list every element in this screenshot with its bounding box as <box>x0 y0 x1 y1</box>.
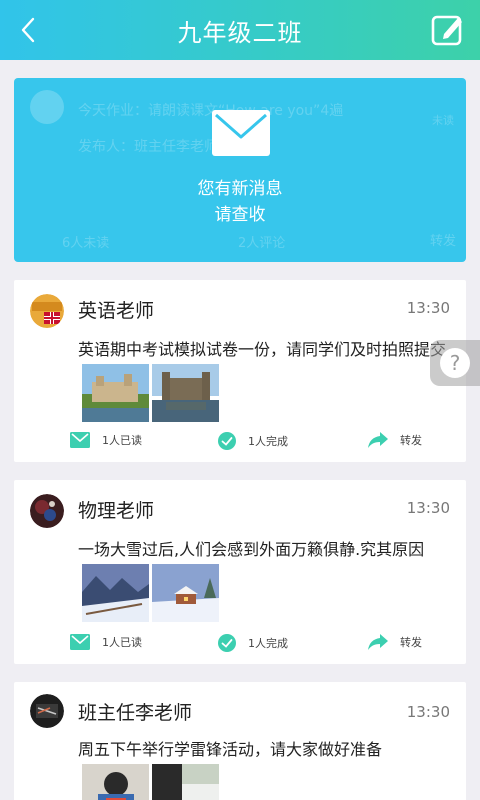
post-image[interactable] <box>152 764 219 800</box>
forward-arrow-icon <box>368 634 388 650</box>
edit-icon <box>431 15 462 46</box>
post-image[interactable] <box>152 364 219 422</box>
read-count[interactable]: 1人已读 <box>70 432 142 448</box>
notice-ghost-unread: 6人未读 <box>62 236 110 251</box>
post-content: 一场大雪过后,人们会感到外面万籁俱静.究其原因 <box>78 540 425 559</box>
read-count-label: 1人已读 <box>102 434 142 447</box>
avatar <box>30 494 64 528</box>
avatar <box>30 694 64 728</box>
post-card[interactable]: 英语老师 13:30 英语期中考试模拟试卷一份，请同学们及时拍照提交 1人已读 … <box>14 280 466 462</box>
back-button[interactable] <box>8 10 48 50</box>
avatar <box>30 90 64 124</box>
post-content: 周五下午举行学雷锋活动，请大家做好准备 <box>78 740 383 759</box>
notice-ghost-forward: 转发 <box>430 234 457 249</box>
compose-button[interactable] <box>430 12 466 48</box>
forward-label: 转发 <box>400 434 422 447</box>
avatar <box>30 294 64 328</box>
post-image[interactable] <box>152 564 219 622</box>
help-icon: ? <box>440 348 470 378</box>
forward-arrow-icon <box>368 432 388 448</box>
post-image[interactable] <box>82 564 149 622</box>
done-count[interactable]: 1人完成 <box>218 634 288 652</box>
help-button[interactable]: ? <box>430 340 480 386</box>
notice-line-1: 您有新消息 <box>197 179 283 199</box>
post-content: 英语期中考试模拟试卷一份，请同学们及时拍照提交 <box>78 340 447 359</box>
read-count[interactable]: 1人已读 <box>70 634 142 650</box>
post-images <box>82 764 219 800</box>
notice-ghost-side: 未读 <box>432 114 454 127</box>
post-time: 13:30 <box>406 499 450 517</box>
done-count[interactable]: 1人完成 <box>218 432 288 450</box>
post-actions: 1人已读 1人完成 转发 <box>14 634 466 658</box>
new-message-notice[interactable]: 今天作业：请朗读课文“How are you”4遍 发布人：班主任李老师 未读 … <box>14 78 466 262</box>
teacher-name: 物理老师 <box>78 500 155 522</box>
post-images <box>82 364 219 422</box>
post-time: 13:30 <box>406 703 450 721</box>
check-circle-icon <box>218 634 236 652</box>
notice-ghost-text: 今天作业：请朗读课文“How are you”4遍 <box>78 103 344 119</box>
done-count-label: 1人完成 <box>248 435 288 448</box>
post-card[interactable]: 班主任李老师 13:30 周五下午举行学雷锋活动，请大家做好准备 <box>14 682 466 800</box>
mail-icon <box>70 634 90 650</box>
app-header: 九年级二班 <box>0 0 480 60</box>
post-card[interactable]: 物理老师 13:30 一场大雪过后,人们会感到外面万籁俱静.究其原因 1人已读 … <box>14 480 466 664</box>
notice-line-2: 请查收 <box>214 205 266 225</box>
post-images <box>82 564 219 622</box>
check-circle-icon <box>218 432 236 450</box>
teacher-name: 英语老师 <box>78 300 155 322</box>
notice-ghost-publisher: 发布人：班主任李老师 <box>78 139 218 155</box>
envelope-icon <box>212 110 270 160</box>
post-image[interactable] <box>82 364 149 422</box>
forward-label: 转发 <box>400 636 422 649</box>
notice-ghost-comments: 2人评论 <box>238 236 286 251</box>
done-count-label: 1人完成 <box>248 637 288 650</box>
page-title: 九年级二班 <box>177 18 303 47</box>
forward-button[interactable]: 转发 <box>368 634 422 650</box>
post-image[interactable] <box>82 764 149 800</box>
read-count-label: 1人已读 <box>102 636 142 649</box>
post-time: 13:30 <box>406 299 450 317</box>
back-arrow-icon <box>21 17 35 43</box>
forward-button[interactable]: 转发 <box>368 432 422 448</box>
post-actions: 1人已读 1人完成 转发 <box>14 432 466 456</box>
teacher-name: 班主任李老师 <box>78 702 193 724</box>
mail-icon <box>70 432 90 448</box>
